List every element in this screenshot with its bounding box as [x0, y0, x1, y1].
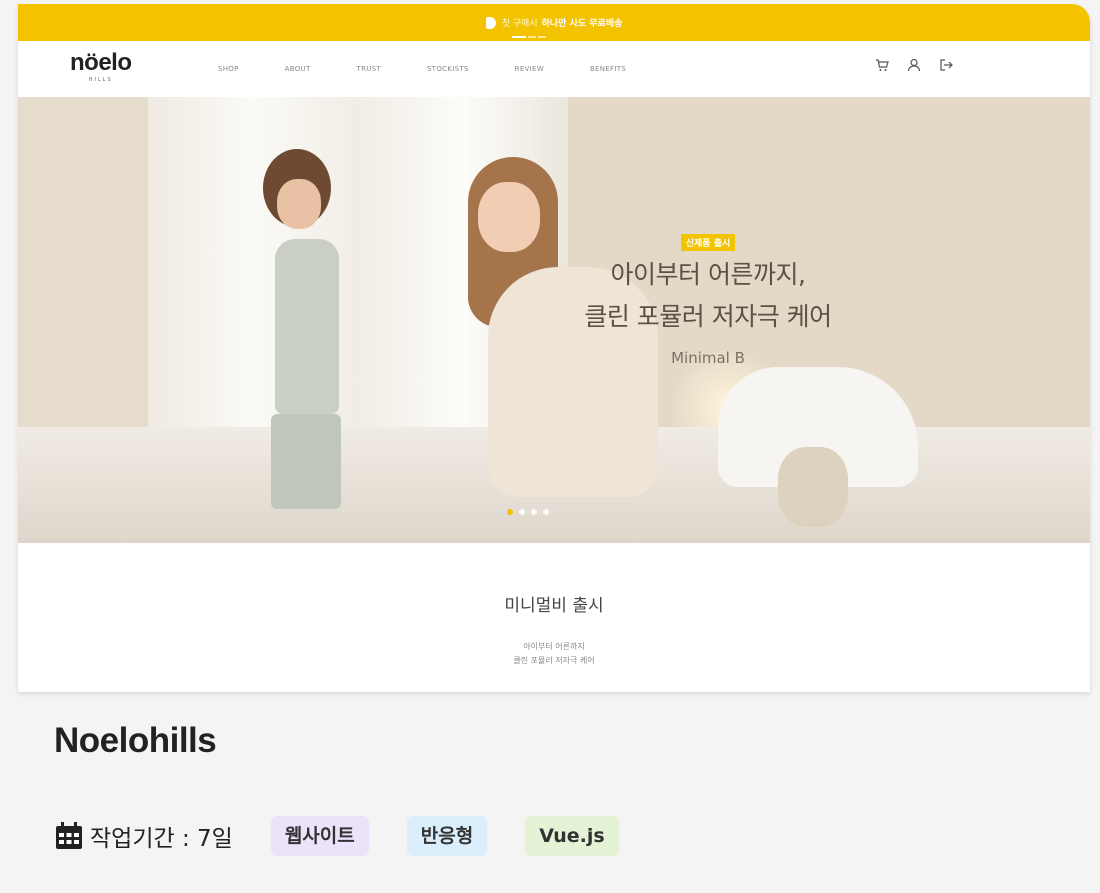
hero-photo-child — [193, 149, 343, 509]
project-title: Noelohills — [54, 721, 217, 760]
announcement-pre-text: 첫 구매시 — [501, 19, 538, 29]
megaphone-icon — [485, 16, 496, 29]
promo-line: 클린 포뮬러 저자극 케어 — [513, 656, 595, 665]
menu-item-trust[interactable]: TRUST — [357, 65, 381, 73]
main-header: nöelo HILLS SHOP ABOUT TRUST STOCKISTS R… — [18, 41, 1090, 97]
site-logo[interactable]: nöelo HILLS — [70, 49, 132, 84]
announcement-bar[interactable]: 첫 구매시 하나만 사도 무료배송 — [18, 4, 1090, 41]
tag-responsive: 반응형 — [406, 816, 488, 856]
announcement-highlight: 하나만 사도 무료배송 — [541, 19, 623, 29]
project-meta: 작업기간 : 7일 웹사이트 반응형 Vue.js — [54, 816, 657, 856]
main-menu: SHOP ABOUT TRUST STOCKISTS REVIEW BENEFI… — [218, 65, 672, 73]
logout-icon[interactable] — [939, 57, 953, 71]
logo-wordmark: nöelo — [70, 49, 132, 76]
menu-item-review[interactable]: REVIEW — [515, 65, 544, 73]
hero-pagination[interactable] — [507, 509, 549, 515]
new-product-badge: 신제품 출시 — [680, 234, 736, 251]
hero-dot[interactable] — [543, 509, 549, 515]
promo-line: 아이부터 어른까지 — [523, 642, 585, 651]
hero-title-line2: 클린 포뮬러 저자극 케어 — [584, 302, 832, 331]
tag-vuejs: Vue.js — [525, 816, 619, 856]
header-icons — [875, 57, 953, 72]
menu-item-stockists[interactable]: STOCKISTS — [427, 65, 469, 73]
hero-title-line1: 아이부터 어른까지, — [610, 260, 806, 289]
announcement-dot[interactable] — [528, 36, 536, 38]
tag-website: 웹사이트 — [270, 816, 369, 856]
menu-item-benefits[interactable]: BENEFITS — [590, 65, 626, 73]
hero-dot[interactable] — [531, 509, 537, 515]
promo-section: 미니멀비 출시 아이부터 어른까지 클린 포뮬러 저자극 케어 — [18, 543, 1090, 692]
announcement-pager[interactable] — [512, 36, 546, 38]
calendar-icon — [54, 821, 84, 851]
website-screenshot: 첫 구매시 하나만 사도 무료배송 nöelo HILLS SHOP ABOUT… — [18, 4, 1090, 692]
hero-dot[interactable] — [507, 509, 513, 515]
cart-icon[interactable] — [875, 57, 889, 71]
promo-title: 미니멀비 출시 — [504, 596, 604, 616]
hero-copy: 신제품 출시 아이부터 어른까지, 클린 포뮬러 저자극 케어 Minimal … — [548, 231, 868, 367]
user-icon[interactable] — [907, 57, 921, 72]
hero-dot[interactable] — [519, 509, 525, 515]
work-period: 작업기간 : 7일 — [90, 826, 233, 852]
hero-subtitle: Minimal B — [671, 349, 745, 367]
announcement-dot[interactable] — [512, 36, 526, 38]
menu-item-about[interactable]: ABOUT — [285, 65, 311, 73]
menu-item-shop[interactable]: SHOP — [218, 65, 239, 73]
logo-subtext: HILLS — [88, 77, 113, 83]
announcement-dot[interactable] — [538, 36, 546, 38]
hero-photo-teddy — [778, 447, 848, 527]
hero-banner[interactable]: 신제품 출시 아이부터 어른까지, 클린 포뮬러 저자극 케어 Minimal … — [18, 97, 1090, 543]
